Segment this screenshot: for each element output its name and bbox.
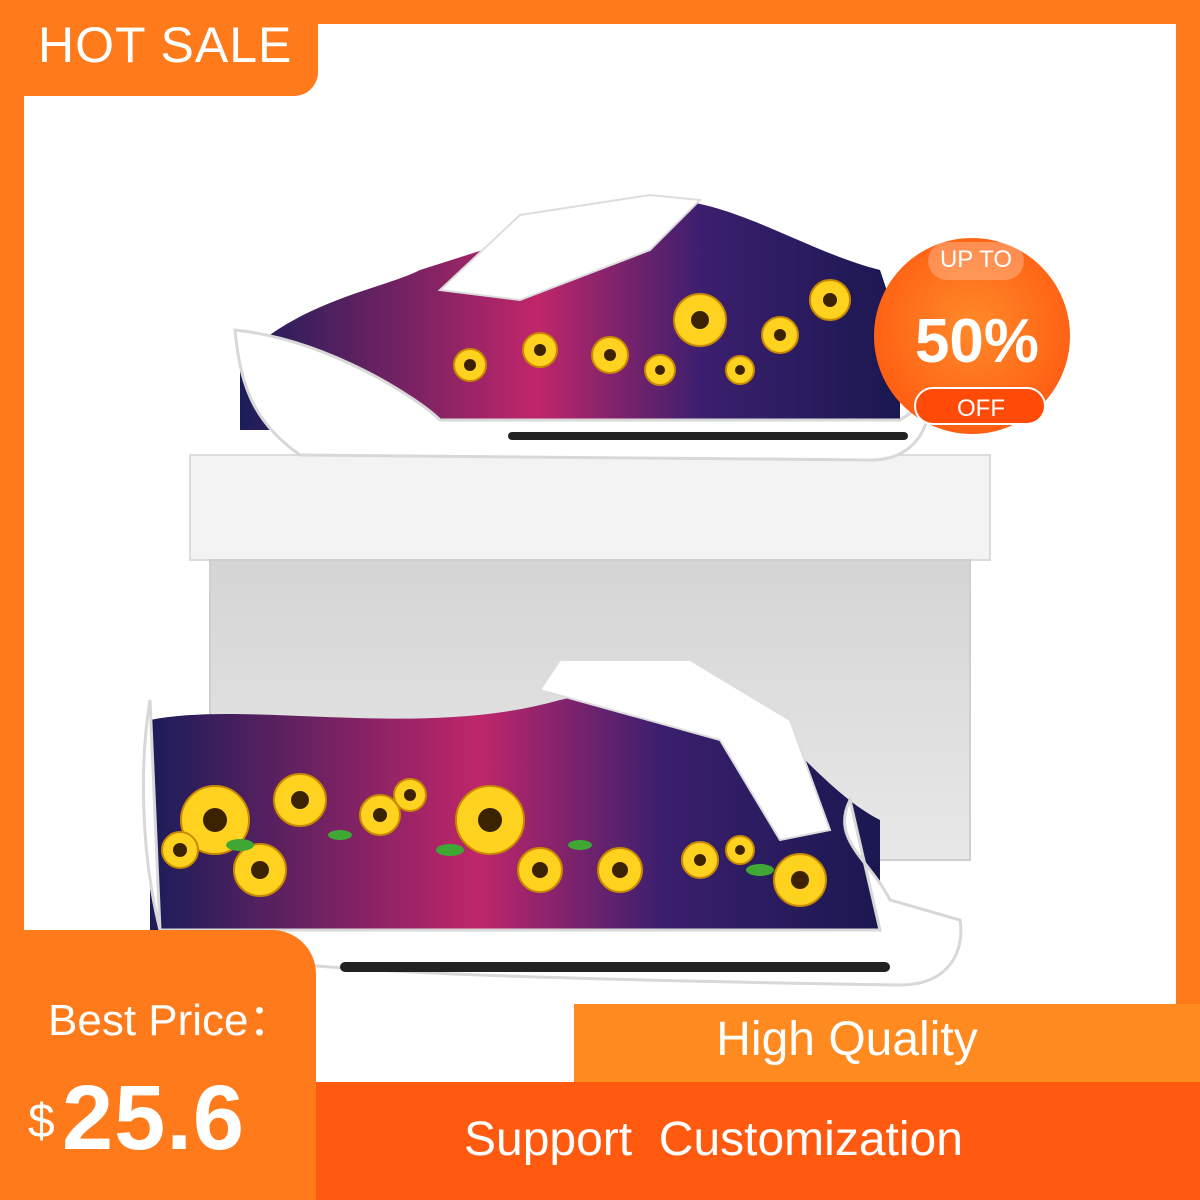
customization-label: Support Customization: [464, 1113, 963, 1166]
high-quality-label: High Quality: [716, 1013, 978, 1066]
hot-sale-label: HOT SALE: [38, 17, 293, 73]
price-value: 25.6: [62, 1067, 246, 1169]
top-sneaker: [233, 193, 932, 462]
hot-sale-banner: HOT SALE: [0, 0, 318, 96]
best-price-label: Best Price：: [48, 996, 293, 1045]
badge-percent-label: 50%: [914, 307, 1040, 376]
price-currency: $: [28, 1095, 55, 1148]
badge-up-to-label: UP TO: [939, 246, 1013, 273]
badge-off-label: OFF: [957, 395, 1005, 422]
